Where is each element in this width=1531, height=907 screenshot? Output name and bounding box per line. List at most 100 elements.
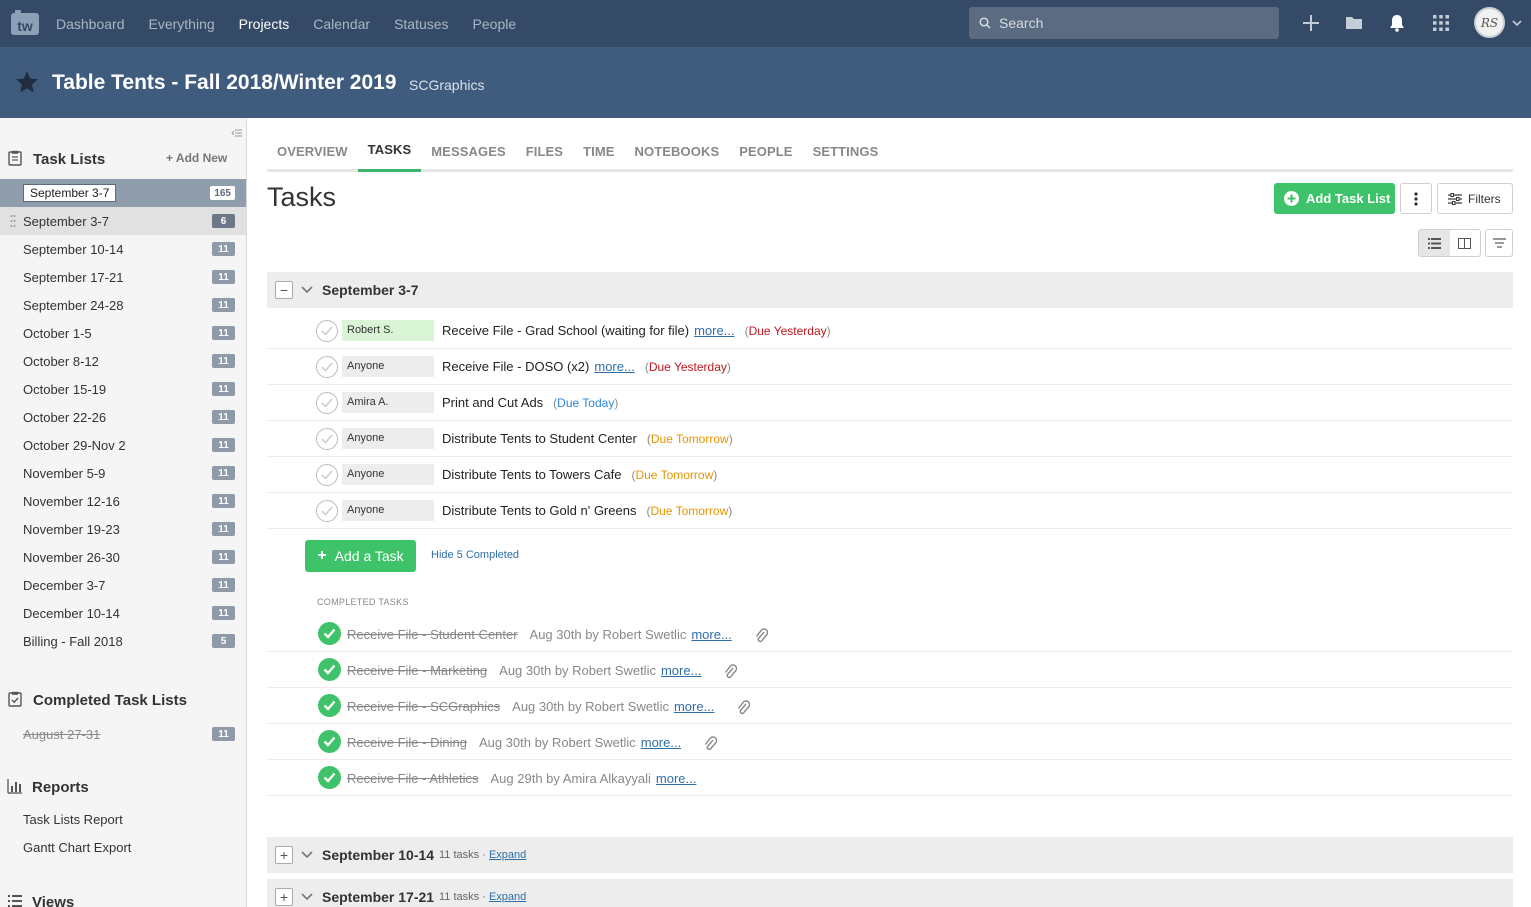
expand-list-button[interactable]: + [275, 888, 293, 906]
task-more-link[interactable]: more... [661, 663, 701, 678]
completed-checkbox[interactable] [318, 766, 341, 789]
sidebar-item-task-list[interactable]: December 3-7 11 [0, 571, 246, 599]
task-more-link[interactable]: more... [694, 323, 734, 338]
hide-completed-link[interactable]: Hide 5 Completed [431, 549, 519, 561]
nav-everything[interactable]: Everything [149, 16, 215, 32]
tab-settings[interactable]: SETTINGS [803, 130, 889, 172]
chevron-down-icon[interactable] [1512, 19, 1522, 27]
sidebar-item-task-list[interactable]: November 26-30 11 [0, 543, 246, 571]
sidebar-item-task-list[interactable]: October 22-26 11 [0, 403, 246, 431]
add-new-task-list-button[interactable]: + Add New [166, 151, 227, 165]
task-assignee[interactable]: Anyone [342, 356, 434, 377]
expand-link[interactable]: Expand [489, 849, 526, 861]
chevron-down-icon[interactable] [301, 851, 313, 859]
plus-icon[interactable] [1301, 13, 1321, 33]
task-assignee[interactable]: Anyone [342, 500, 434, 521]
gantt-chart-export-link[interactable]: Gantt Chart Export [23, 840, 131, 855]
task-lists-report-link[interactable]: Task Lists Report [23, 812, 123, 827]
dragging-label[interactable]: September 3-7 [23, 184, 117, 202]
board-view-button[interactable] [1450, 230, 1481, 256]
sidebar-item-task-list[interactable]: Billing - Fall 2018 5 [0, 627, 246, 655]
task-assignee[interactable]: Robert S. [342, 320, 434, 341]
completed-checkbox[interactable] [318, 694, 341, 717]
task-name[interactable]: Print and Cut Ads [442, 395, 543, 410]
task-more-link[interactable]: more... [656, 771, 696, 786]
task-checkbox[interactable] [316, 428, 338, 450]
sidebar-item-task-list[interactable]: September 17-21 11 [0, 263, 246, 291]
completed-task-name[interactable]: Receive File - SCGraphics [347, 699, 500, 714]
star-icon[interactable] [14, 69, 40, 95]
task-checkbox[interactable] [316, 356, 338, 378]
search-box[interactable] [969, 7, 1279, 39]
sidebar-item-dragging[interactable]: September 3-7 165 [0, 179, 246, 207]
task-list-name[interactable]: September 3-7 [322, 282, 418, 298]
search-input[interactable] [999, 15, 1259, 31]
completed-checkbox[interactable] [318, 658, 341, 681]
bell-icon[interactable] [1387, 13, 1407, 33]
task-name[interactable]: Distribute Tents to Towers Cafe [442, 467, 621, 482]
task-more-link[interactable]: more... [674, 699, 714, 714]
add-task-button[interactable]: + Add a Task [305, 540, 416, 572]
add-task-list-button[interactable]: Add Task List [1274, 183, 1395, 214]
sidebar-item-task-list[interactable]: October 1-5 11 [0, 319, 246, 347]
sidebar-item-task-list[interactable]: December 10-14 11 [0, 599, 246, 627]
task-assignee[interactable]: Amira A. [342, 392, 434, 413]
expand-link[interactable]: Expand [489, 891, 526, 903]
chevron-down-icon[interactable] [301, 893, 313, 901]
nav-projects[interactable]: Projects [239, 16, 290, 32]
sidebar-item-task-list[interactable]: October 8-12 11 [0, 347, 246, 375]
more-options-button[interactable] [1400, 183, 1432, 214]
paperclip-icon[interactable] [703, 735, 718, 752]
expand-list-button[interactable]: + [275, 846, 293, 864]
sidebar-item-completed-list[interactable]: August 27-31 11 [0, 720, 246, 748]
sidebar-item-task-list[interactable]: November 19-23 11 [0, 515, 246, 543]
tab-files[interactable]: FILES [516, 130, 573, 172]
paperclip-icon[interactable] [754, 627, 768, 644]
nav-statuses[interactable]: Statuses [394, 16, 448, 32]
completed-task-name[interactable]: Receive File - Athletics [347, 771, 479, 786]
sidebar-item-task-list[interactable]: October 15-19 11 [0, 375, 246, 403]
task-more-link[interactable]: more... [594, 359, 634, 374]
sidebar-item-task-list[interactable]: September 3-7 6 [0, 207, 246, 235]
task-content[interactable]: Distribute Tents to Gold n' Greens (Due T… [442, 503, 732, 518]
completed-checkbox[interactable] [318, 730, 341, 753]
sidebar-item-task-list[interactable]: October 29-Nov 2 11 [0, 431, 246, 459]
apps-grid-icon[interactable] [1431, 13, 1451, 33]
drag-handle-icon[interactable] [10, 214, 16, 228]
project-company[interactable]: SCGraphics [409, 77, 484, 93]
task-content[interactable]: Receive File - Grad School (waiting for … [442, 323, 831, 338]
task-content[interactable]: Receive File - DOSO (x2) more... (Due Yest… [442, 359, 731, 374]
task-content[interactable]: Print and Cut Ads (Due Today) [442, 395, 618, 410]
completed-task-name[interactable]: Receive File - Marketing [347, 663, 487, 678]
completed-task-name[interactable]: Receive File - Dining [347, 735, 467, 750]
chevron-down-icon[interactable] [301, 286, 313, 294]
task-more-link[interactable]: more... [641, 735, 681, 750]
avatar[interactable]: RS [1474, 7, 1505, 38]
task-name[interactable]: Receive File - DOSO (x2) [442, 359, 589, 374]
tab-overview[interactable]: OVERVIEW [267, 130, 358, 172]
task-name[interactable]: Distribute Tents to Student Center [442, 431, 637, 446]
collapse-list-button[interactable]: − [275, 281, 293, 299]
tab-time[interactable]: TIME [573, 130, 624, 172]
paperclip-icon[interactable] [723, 663, 738, 680]
task-name[interactable]: Distribute Tents to Gold n' Greens [442, 503, 636, 518]
teamwork-logo-icon[interactable]: tw [10, 9, 40, 37]
tab-people[interactable]: PEOPLE [729, 130, 802, 172]
sidebar-item-task-list[interactable]: November 12-16 11 [0, 487, 246, 515]
task-checkbox[interactable] [316, 500, 338, 522]
tab-messages[interactable]: MESSAGES [421, 130, 515, 172]
task-checkbox[interactable] [316, 320, 338, 342]
sidebar-item-task-list[interactable]: September 24-28 11 [0, 291, 246, 319]
folder-icon[interactable] [1344, 13, 1364, 33]
task-content[interactable]: Distribute Tents to Towers Cafe (Due Tomo… [442, 467, 717, 482]
sort-button[interactable] [1485, 229, 1513, 257]
task-checkbox[interactable] [316, 392, 338, 414]
task-content[interactable]: Distribute Tents to Student Center (Due T… [442, 431, 733, 446]
task-list-name[interactable]: September 10-14 [322, 847, 434, 863]
completed-checkbox[interactable] [318, 622, 341, 645]
task-checkbox[interactable] [316, 464, 338, 486]
task-assignee[interactable]: Anyone [342, 464, 434, 485]
filters-button[interactable]: Filters [1437, 183, 1513, 214]
tab-notebooks[interactable]: NOTEBOOKS [625, 130, 730, 172]
completed-task-name[interactable]: Receive File - Student Center [347, 627, 518, 642]
